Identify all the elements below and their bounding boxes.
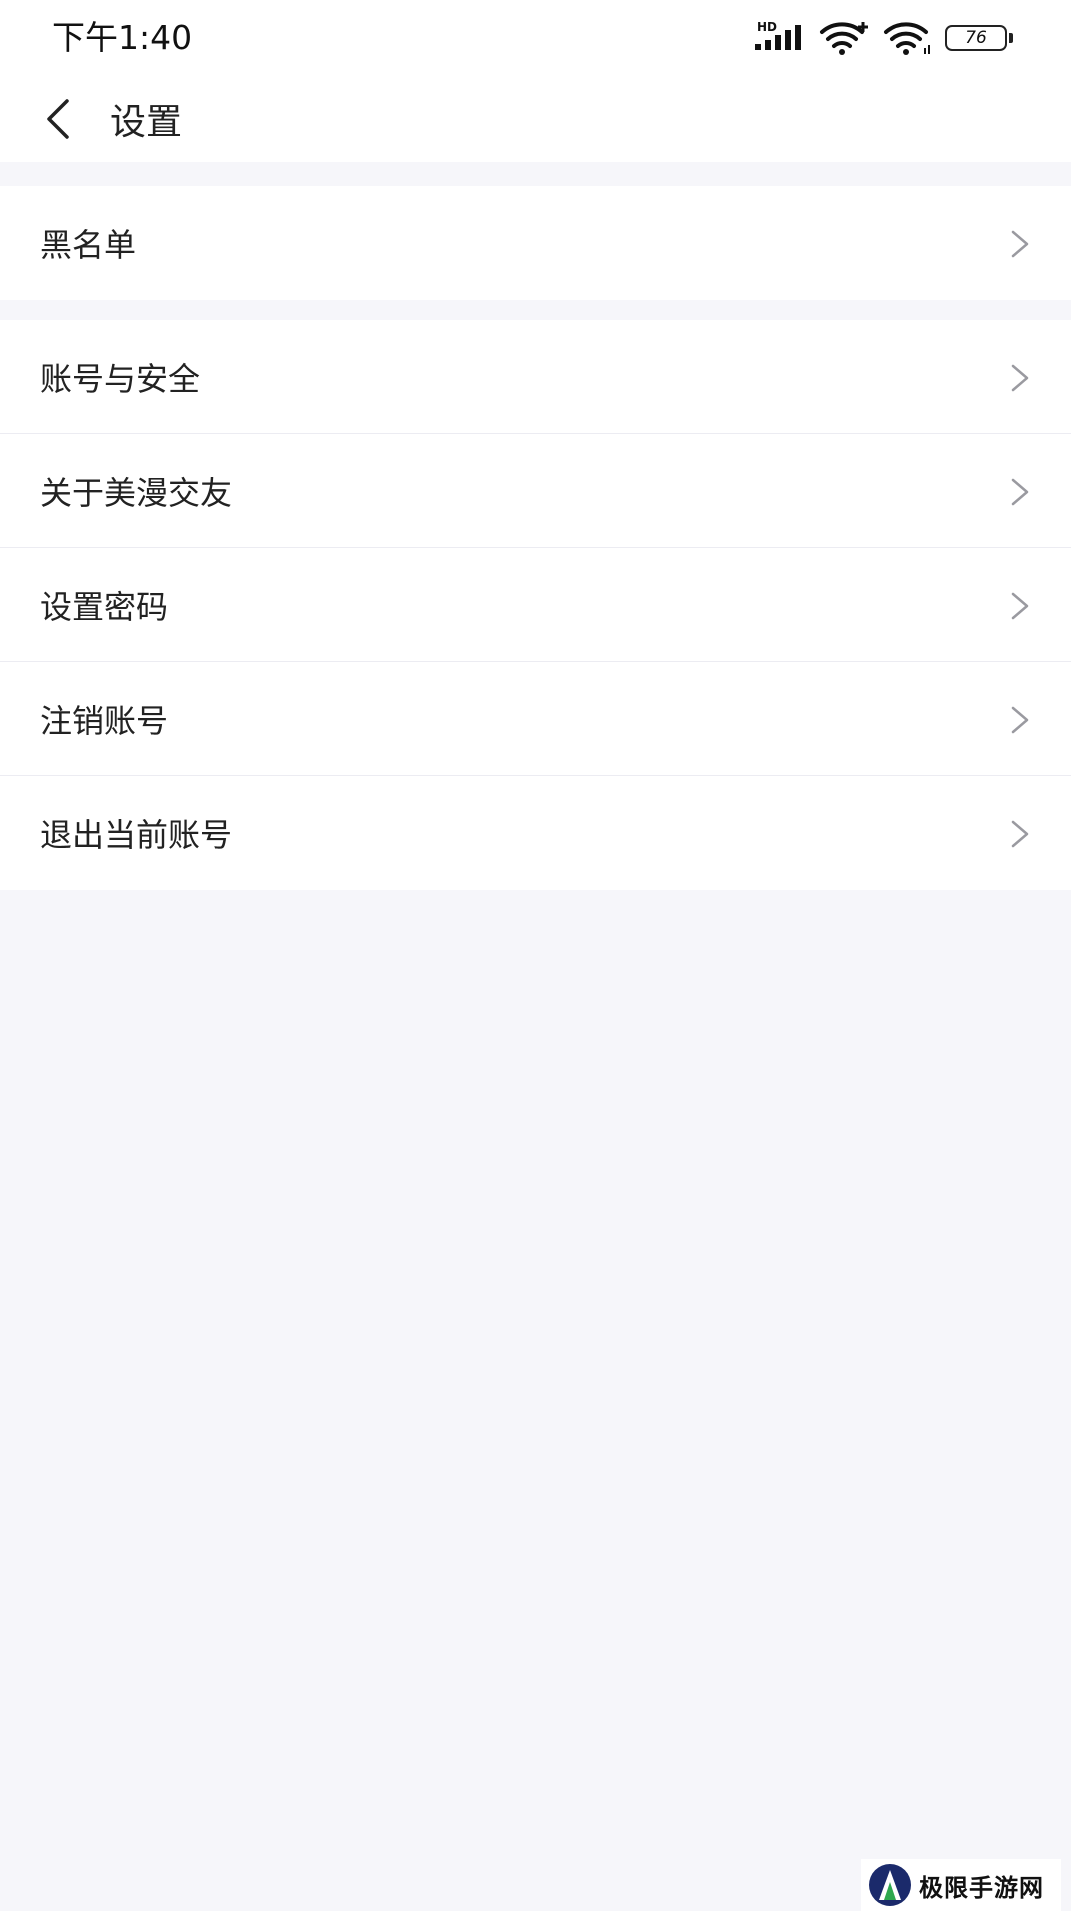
network-type-label: HD bbox=[757, 20, 778, 34]
nav-bar: 设置 bbox=[0, 76, 1071, 162]
chevron-right-icon bbox=[1011, 364, 1029, 392]
status-time: 下午1:40 bbox=[52, 18, 193, 57]
settings-item-label: 账号与安全 bbox=[40, 359, 201, 398]
chevron-left-icon bbox=[47, 99, 69, 139]
chevron-right-icon bbox=[1011, 706, 1029, 734]
battery-level: 76 bbox=[945, 25, 1007, 51]
settings-group-2: 账号与安全 关于美漫交友 设置密码 注销账号 退出当前账号 bbox=[0, 320, 1071, 890]
page-title: 设置 bbox=[110, 102, 183, 143]
settings-item-label: 注销账号 bbox=[40, 701, 169, 740]
battery-cap bbox=[1009, 33, 1013, 43]
wifi-plus-icon bbox=[820, 22, 868, 55]
chevron-right-icon bbox=[1011, 592, 1029, 620]
settings-item-account-security[interactable]: 账号与安全 bbox=[0, 320, 1071, 434]
settings-item-label: 设置密码 bbox=[40, 587, 169, 626]
settings-item-set-password[interactable]: 设置密码 bbox=[0, 548, 1071, 662]
watermark-text: 极限手游网 bbox=[919, 1872, 1044, 1902]
settings-item-logout[interactable]: 退出当前账号 bbox=[0, 776, 1071, 890]
chevron-right-icon bbox=[1011, 820, 1029, 848]
settings-item-label: 退出当前账号 bbox=[40, 816, 233, 854]
settings-item-about[interactable]: 关于美漫交友 bbox=[0, 434, 1071, 548]
status-bar: 下午1:40 HD 76 bbox=[0, 0, 1071, 76]
chevron-right-icon bbox=[1011, 230, 1029, 258]
watermark-logo-icon bbox=[869, 1864, 911, 1906]
back-button[interactable] bbox=[30, 86, 86, 152]
watermark: 极限手游网 bbox=[861, 1859, 1061, 1911]
chevron-right-icon bbox=[1011, 478, 1029, 506]
settings-item-delete-account[interactable]: 注销账号 bbox=[0, 662, 1071, 776]
signal-icon: HD bbox=[753, 20, 807, 56]
battery-icon: 76 bbox=[945, 23, 1013, 53]
wifi-icon bbox=[884, 22, 930, 55]
settings-item-blacklist[interactable]: 黑名单 bbox=[0, 186, 1071, 300]
settings-item-label: 关于美漫交友 bbox=[40, 473, 233, 512]
settings-group-1: 黑名单 bbox=[0, 186, 1071, 300]
status-icons: HD 76 bbox=[753, 20, 1013, 56]
settings-item-label: 黑名单 bbox=[40, 226, 137, 264]
